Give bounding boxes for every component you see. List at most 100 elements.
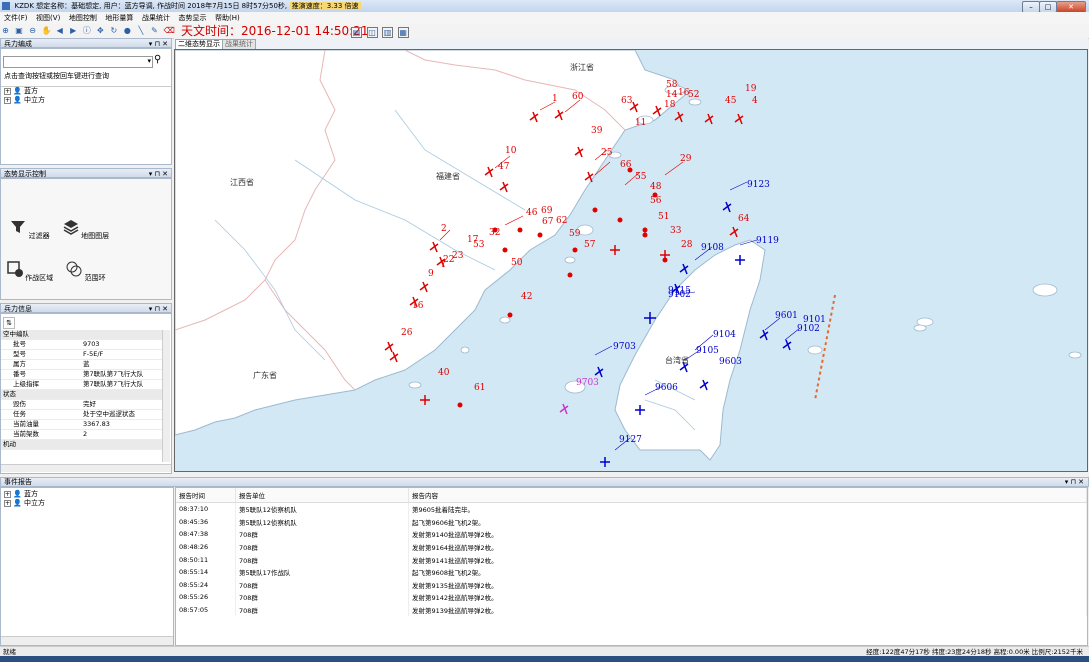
blue-unit-label[interactable]: 9606 [655,383,678,393]
red-unit-label[interactable]: 46 [526,208,537,218]
property-row[interactable]: 任务 处于空中巡逻状态 [1,410,163,420]
property-row[interactable]: 属方 蓝 [1,360,163,370]
red-unit-label[interactable]: 69 [541,206,552,216]
red-unit-label[interactable]: 14 [666,90,677,100]
sort-icon[interactable]: ⇅ [3,317,15,329]
table-row[interactable]: 08:47:38 708群 发射第9140批巡航导弹2枚。 [176,528,1087,541]
red-unit-label[interactable]: 50 [511,258,522,268]
red-unit-label[interactable]: 56 [650,196,661,206]
red-unit-label[interactable]: 66 [620,160,631,170]
table-row[interactable]: 08:37:10 第5联队12侦察机队 第9605批着陆完毕。 [176,502,1087,516]
zoom-prev-icon[interactable]: ◀ [55,26,64,35]
blue-unit-label[interactable]: 9104 [713,330,736,340]
red-unit-label[interactable]: 4 [752,96,758,106]
combat-area-button[interactable]: 作战区域 [5,261,55,283]
situation-map[interactable]: 浙江省 福建省 江西省 广东省 台湾省 1 60 58 14 16 18 52 … [174,49,1088,472]
clear-icon[interactable]: ⌫ [164,26,175,35]
blue-unit-label[interactable]: 9603 [719,357,742,367]
filter-button[interactable]: 过滤器 [5,219,55,241]
property-category[interactable]: 空中编队 [1,330,163,340]
property-row[interactable]: 番号 第7联队第7飞行大队 [1,370,163,380]
red-unit-label[interactable]: 40 [438,368,449,378]
red-unit-label[interactable]: 61 [474,383,485,393]
red-unit-label[interactable]: 48 [650,182,661,192]
horizontal-scrollbar[interactable] [1,636,173,645]
red-unit-label[interactable]: 32 [489,228,500,238]
red-unit-label[interactable]: 19 [745,84,756,94]
blue-unit-label[interactable]: 9123 [747,180,770,190]
red-unit-label[interactable]: 18 [664,100,675,110]
col-content[interactable]: 报告内容 [408,488,1087,503]
property-category[interactable]: 状态 [1,390,163,400]
layout-icon-1[interactable]: ▤ [351,27,362,38]
panel-controls[interactable]: ▾ ⊓ ✕ [1065,478,1084,487]
tab-2d-situation[interactable]: 二维态势显示 [175,39,223,49]
blue-unit-label[interactable]: 9105 [696,346,719,356]
red-unit-label[interactable]: 33 [670,226,681,236]
property-row[interactable]: 当前架数 2 [1,430,163,440]
dropdown-arrow-icon[interactable]: ▾ [147,57,151,65]
red-unit-label[interactable]: 28 [681,240,692,250]
menu-file[interactable]: 文件(F) [4,12,28,24]
globe-icon[interactable]: ● [123,26,132,35]
tree-item-neutral[interactable]: + 👤 中立方 [1,96,171,105]
property-row[interactable]: 当前油量 3367.83 [1,420,163,430]
tool-icon[interactable]: ✎ [150,26,159,35]
menu-situation[interactable]: 态势显示 [179,12,207,24]
table-row[interactable]: 08:55:14 第5联队17作战队 起飞第9608批飞机2架。 [176,565,1087,579]
red-unit-label[interactable]: 29 [680,154,691,164]
menu-view[interactable]: 视图(V) [36,12,60,24]
zoom-rect-icon[interactable]: ▣ [15,26,24,35]
property-row[interactable]: 批号 9703 [1,340,163,350]
red-unit-label[interactable]: 62 [556,216,567,226]
tree-item-blue[interactable]: + 👤 蓝方 [1,490,173,499]
red-unit-label[interactable]: 1 [552,94,558,104]
blue-unit-label[interactable]: 9108 [701,243,724,253]
layout-icon-2[interactable]: ◫ [366,27,378,38]
red-unit-label[interactable]: 63 [621,96,632,106]
red-unit-label[interactable]: 58 [666,80,677,90]
map-layers-button[interactable]: 地图图层 [61,219,111,241]
red-unit-label[interactable]: 25 [601,148,612,158]
red-unit-label[interactable]: 9 [428,269,434,279]
zoom-in-icon[interactable]: ⊕ [1,26,10,35]
table-row[interactable]: 08:48:26 708群 发射第9164批巡航导弹2枚。 [176,540,1087,554]
red-unit-label[interactable]: 2 [441,224,447,234]
red-unit-label[interactable]: 39 [591,126,602,136]
menu-help[interactable]: 帮助(H) [215,12,240,24]
layout-icon-4[interactable]: ▦ [397,27,409,38]
measure-icon[interactable]: ╲ [136,26,145,35]
red-unit-label[interactable]: 51 [658,212,669,222]
search-input[interactable]: ▾ [3,56,153,68]
menu-terrain[interactable]: 地形量算 [105,12,133,24]
table-row[interactable]: 08:57:05 708群 发射第9139批巡航导弹2枚。 [176,603,1087,617]
col-unit[interactable]: 报告单位 [235,488,409,503]
range-ring-button[interactable]: 范围环 [61,261,111,283]
table-row[interactable]: 08:45:36 第5联队12侦察机队 起飞第9606批飞机2架。 [176,515,1087,529]
blue-unit-label[interactable]: 9102 [668,290,691,300]
red-unit-label[interactable]: 17 [467,235,478,245]
property-row[interactable]: 毁伤 完好 [1,400,163,410]
menu-map-control[interactable]: 地图控制 [69,12,97,24]
zoom-out-icon[interactable]: ⊖ [28,26,37,35]
vertical-scrollbar[interactable] [162,330,170,462]
magenta-unit-label[interactable]: 9703 [576,378,599,388]
blue-unit-label[interactable]: 9119 [756,236,779,246]
red-unit-label[interactable]: 11 [635,118,646,128]
red-unit-label[interactable]: 26 [401,328,412,338]
red-unit-label[interactable]: 67 [542,217,553,227]
red-unit-label[interactable]: 7 [440,260,446,270]
blue-unit-label[interactable]: 9127 [619,435,642,445]
property-row[interactable]: 上级指挥 第7联队第7飞行大队 [1,380,163,390]
tab-battle-stats[interactable]: 战果统计 [222,39,256,49]
table-row[interactable]: 08:50:11 708群 发射第9141批巡航导弹2枚。 [176,553,1087,566]
blue-unit-label[interactable]: 9703 [613,342,636,352]
col-time[interactable]: 报告时间 [176,488,236,503]
red-unit-label[interactable]: 42 [521,292,532,302]
red-unit-label[interactable]: 57 [584,240,595,250]
blue-unit-label[interactable]: 9102 [797,324,820,334]
red-unit-label[interactable]: 64 [738,214,749,224]
move-icon[interactable]: ✥ [96,26,105,35]
red-unit-label[interactable]: 59 [569,229,580,239]
red-unit-label[interactable]: 47 [498,162,509,172]
